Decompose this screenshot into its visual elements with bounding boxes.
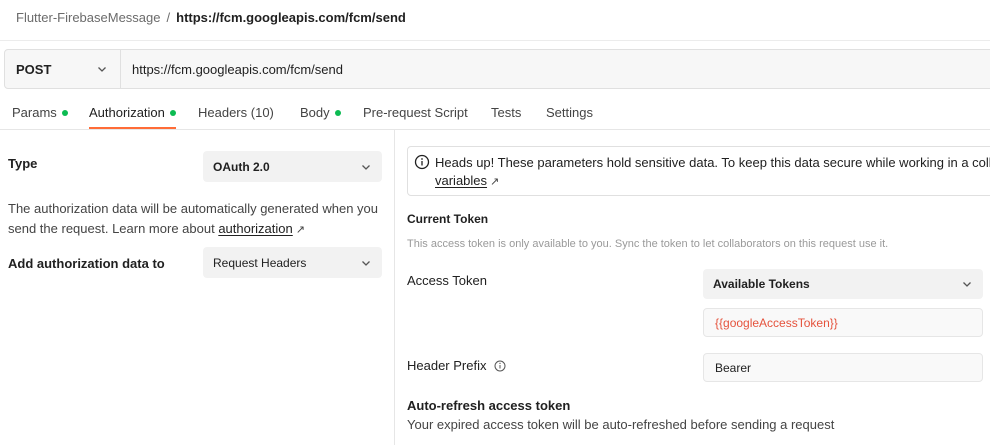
breadcrumb: Flutter-FirebaseMessage / https://fcm.go… [16,8,406,26]
tabs-divider [0,129,990,130]
tab-headers[interactable]: Headers (10) [198,92,274,129]
status-dot [61,109,68,116]
panel-divider[interactable] [394,130,395,445]
sensitive-data-alert: Heads up! These parameters hold sensitiv… [407,146,990,196]
breadcrumb-collection[interactable]: Flutter-FirebaseMessage [16,10,161,25]
tab-pre-request-script[interactable]: Pre-request Script [363,92,468,129]
method-select[interactable]: POST [5,50,121,88]
auth-description: The authorization data will be automatic… [8,199,383,240]
chevron-down-icon [362,260,370,266]
breadcrumb-request-name[interactable]: https://fcm.googleapis.com/fcm/send [176,10,406,25]
tab-authorization[interactable]: Authorization [89,92,176,129]
chevron-down-icon [963,282,971,287]
auth-type-select[interactable]: OAuth 2.0 [203,151,382,182]
available-tokens-select[interactable]: Available Tokens [703,269,983,299]
breadcrumb-separator: / [166,9,171,25]
status-dot [169,109,176,116]
header-prefix-label: Header Prefix [407,358,506,373]
tab-settings[interactable]: Settings [546,92,593,129]
tab-body[interactable]: Body [300,92,341,129]
alert-variables-link[interactable]: variables ↗ [435,171,499,192]
request-bar: POST [4,49,990,89]
tab-label: Tests [491,105,522,120]
auto-refresh-title: Auto-refresh access token [407,398,571,413]
auth-type-value: OAuth 2.0 [213,159,270,174]
access-token-input[interactable] [703,308,983,337]
auth-description-text: The authorization data will be automatic… [8,201,379,236]
tab-label: Params [12,105,57,120]
tab-tests[interactable]: Tests [491,92,521,129]
external-link-icon: ↗ [295,224,305,236]
tab-count: (10) [250,105,274,120]
tab-label: Headers [198,105,248,120]
tab-label: Pre-request Script [363,105,468,120]
tab-label: Authorization [89,105,165,120]
chevron-down-icon [98,67,106,72]
auto-refresh-description: Your expired access token will be auto-r… [407,417,835,432]
tab-label: Settings [546,105,593,120]
current-token-note: This access token is only available to y… [407,238,889,250]
available-tokens-value: Available Tokens [713,277,810,291]
method-value: POST [16,61,52,77]
alert-text: Heads up! These parameters hold sensitiv… [435,155,990,170]
header-divider [0,40,990,41]
header-prefix-input[interactable] [703,353,983,382]
external-link-icon: ↗ [490,176,500,188]
current-token-title: Current Token [407,212,489,226]
add-to-select[interactable]: Request Headers [203,247,382,278]
type-label: Type [8,156,38,171]
status-dot [334,109,341,116]
chevron-down-icon [362,164,370,170]
info-icon[interactable] [494,360,506,372]
add-to-label: Add authorization data to [8,256,165,271]
header-prefix-label-text: Header Prefix [407,358,487,373]
url-input[interactable] [121,50,990,88]
authorization-link[interactable]: authorization [218,221,292,236]
info-icon [414,154,430,170]
add-to-value: Request Headers [213,255,307,270]
tab-params[interactable]: Params [12,92,68,129]
tab-label: Body [300,105,330,120]
variables-link-text: variables [435,173,488,188]
access-token-label: Access Token [407,273,487,288]
